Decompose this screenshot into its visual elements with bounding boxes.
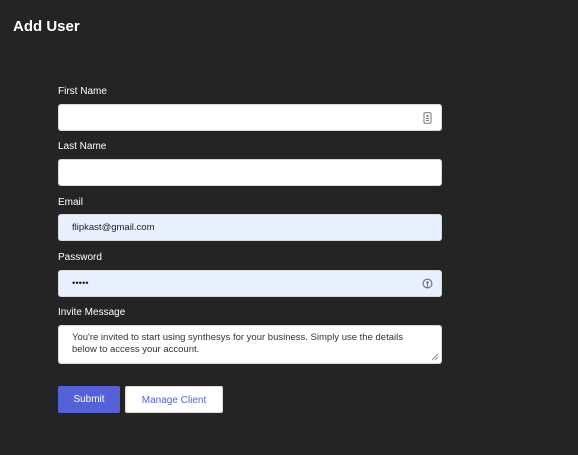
last-name-field[interactable] bbox=[58, 159, 442, 186]
password-label: Password bbox=[58, 252, 102, 263]
add-user-page: Add User First Name Last Name Email flip… bbox=[0, 0, 578, 455]
first-name-label: First Name bbox=[58, 86, 107, 97]
password-manager-key-icon[interactable] bbox=[422, 278, 433, 290]
password-value: ••••• bbox=[72, 278, 89, 289]
first-name-field[interactable] bbox=[58, 104, 442, 131]
last-name-label: Last Name bbox=[58, 141, 107, 152]
email-field[interactable]: flipkast@gmail.com bbox=[58, 214, 442, 241]
resize-handle-icon[interactable] bbox=[431, 353, 439, 361]
password-field[interactable]: ••••• bbox=[58, 270, 442, 297]
contact-card-icon[interactable] bbox=[422, 112, 433, 124]
invite-message-field[interactable]: You're invited to start using synthesys … bbox=[58, 325, 442, 364]
manage-client-button[interactable]: Manage Client bbox=[125, 386, 223, 413]
invite-message-value: You're invited to start using synthesys … bbox=[72, 332, 403, 355]
email-label: Email bbox=[58, 197, 84, 208]
page-title: Add User bbox=[13, 18, 80, 35]
submit-button[interactable]: Submit bbox=[58, 386, 120, 413]
email-value: flipkast@gmail.com bbox=[72, 222, 155, 233]
invite-message-label: Invite Message bbox=[58, 307, 126, 318]
